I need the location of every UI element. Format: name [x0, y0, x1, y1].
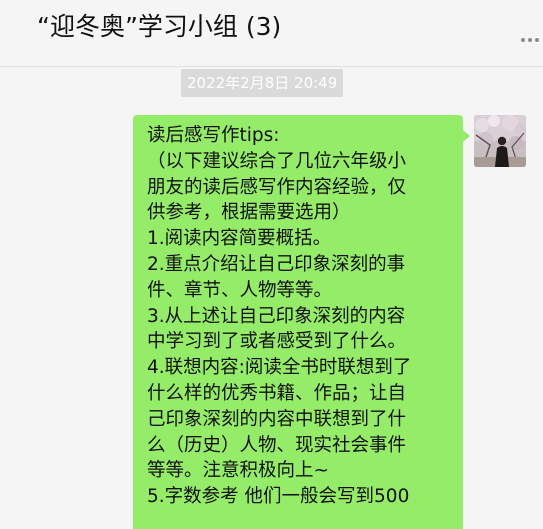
message-timestamp: 2022年2月8日 20:49 — [181, 69, 344, 97]
message-line: 么（历史）人物、现实社会事件 — [147, 434, 407, 456]
message-line: 己印象深刻的内容中联想到了什 — [147, 408, 407, 430]
message-line: 1.阅读内容简要概括。 — [147, 228, 332, 250]
message-line: 什么样的优秀书籍、作品；让自 — [147, 382, 407, 404]
message-line: 5.字数参考 他们一般会写到500 — [147, 486, 410, 508]
sender-avatar[interactable] — [474, 115, 526, 167]
message-line: 中学习到了或者感受到了什么。 — [147, 331, 407, 353]
chat-header: “迎冬奥”学习小组 (3) — [0, 0, 543, 67]
message-line: 3.从上述让自己印象深刻的内容 — [147, 305, 406, 327]
message-line: （以下建议综合了几位六年级小 — [147, 150, 407, 172]
more-options-icon[interactable] — [518, 36, 542, 44]
avatar-photo — [474, 115, 526, 167]
message-line: 件、章节、人物等等。 — [147, 279, 333, 301]
message-bubble-tail — [463, 130, 470, 142]
message-line: 2.重点介绍让自己印象深刻的事 — [147, 253, 406, 275]
chat-message-area[interactable]: 2022年2月8日 20:49 读后感写作tips: （以下建议综合了几位六年级… — [0, 67, 543, 529]
message-line: 4.联想内容:阅读全书时联想到了 — [147, 357, 412, 379]
message-line: 供参考，根据需要选用） — [147, 202, 351, 224]
message-line: 朋友的读后感写作内容经验，仅 — [147, 176, 407, 198]
chat-title: “迎冬奥”学习小组 (3) — [37, 12, 282, 41]
message-line: 读后感写作tips: — [147, 125, 280, 146]
message-bubble[interactable]: 读后感写作tips: （以下建议综合了几位六年级小 朋友的读后感写作内容经验，仅… — [133, 115, 463, 529]
message-line: 等等。注意积极向上~ — [147, 460, 330, 482]
